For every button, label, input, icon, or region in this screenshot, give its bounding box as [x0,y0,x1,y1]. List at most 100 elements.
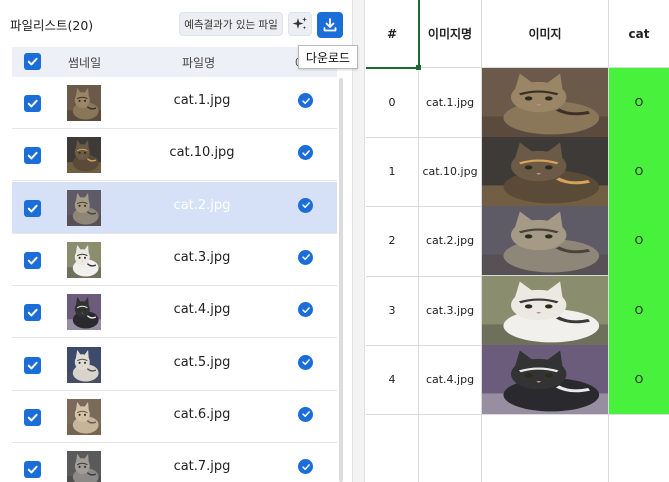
download-button[interactable] [317,12,343,38]
file-list-panel: 파일리스트(20) 예측결과가 있는 파일 다운로드 썸네일 파일명 예 cat… [0,0,358,482]
grid-cell-image[interactable] [482,137,609,208]
row-checkbox[interactable] [24,251,41,269]
thumbnail [67,85,101,121]
grid-cell-cat[interactable]: O [609,344,669,415]
thumbnail [67,398,101,435]
grid-cell-name[interactable]: cat.10.jpg [419,137,482,208]
grid-header-cat[interactable]: cat [609,0,669,68]
download-tooltip: 다운로드 [298,45,358,69]
file-list-scrollbar[interactable] [339,78,343,482]
sparkle-icon [292,17,307,30]
file-list-row[interactable]: cat.7.jpg [12,443,337,482]
prediction-status [298,249,313,265]
active-cell-top [418,0,420,69]
active-cell-bottom [366,67,420,69]
predicted-files-filter-button[interactable]: 예측결과가 있는 파일 [179,12,283,36]
row-checkbox[interactable] [24,147,41,165]
cat-photo [482,275,608,345]
grid-cell-index[interactable]: 3 [366,275,419,346]
grid-cell-index[interactable]: 4 [366,344,419,415]
thumbnail [67,346,101,383]
file-list-row[interactable]: cat.10.jpg [12,129,337,182]
grid-empty-cell[interactable] [609,414,669,482]
filename: cat.4.jpg [173,302,231,318]
row-checkbox[interactable] [24,356,41,374]
grid-cell-index[interactable]: 0 [366,68,419,139]
grid-cell-cat[interactable]: O [609,275,669,346]
select-all-checkbox[interactable] [24,53,41,70]
filename: cat.10.jpg [169,145,235,161]
grid-empty-cell[interactable] [366,414,419,482]
grid-cell-name[interactable]: cat.2.jpg [419,206,482,277]
grid-cell-name[interactable]: cat.3.jpg [419,275,482,346]
check-icon [27,309,38,317]
grid-cell-name[interactable]: cat.4.jpg [419,344,482,415]
cat-photo [67,85,101,121]
prediction-status [298,406,313,422]
check-icon [27,57,38,66]
row-checkbox[interactable] [24,199,41,217]
grid-header-index[interactable]: # [366,0,419,68]
check-icon [27,152,38,160]
active-cell-handle [416,65,421,70]
thumbnail [67,137,101,174]
file-list-row[interactable]: cat.2.jpg [12,181,337,234]
row-checkbox[interactable] [24,408,41,426]
thumbnail [67,451,101,482]
check-icon [27,465,38,474]
grid-header-image[interactable]: 이미지 [482,0,609,68]
file-list-row[interactable]: cat.3.jpg [12,233,337,286]
grid-cell-image[interactable] [482,206,609,277]
prediction-status [298,354,313,370]
cat-photo [482,137,608,207]
filename: cat.2.jpg [173,197,231,213]
thumbnail [67,189,101,226]
grid-empty-cell[interactable] [419,414,482,482]
filename: cat.1.jpg [173,93,231,108]
grid-cell-image[interactable] [482,68,609,139]
check-icon [27,256,38,265]
row-checkbox[interactable] [24,461,41,479]
grid-cell-image[interactable] [482,344,609,415]
file-list-row[interactable]: cat.1.jpg [12,77,337,129]
cat-photo [67,346,101,383]
file-list: cat.1.jpg cat.10.jpg cat.2.jpg cat.3.jpg cat… [12,77,337,482]
check-icon [27,99,38,108]
prediction-status [298,459,313,475]
grid-cell-name[interactable]: cat.1.jpg [419,68,482,139]
sparkle-button[interactable] [288,12,312,36]
grid-cell-index[interactable]: 1 [366,137,419,208]
cat-photo [67,137,101,174]
grid-cell-image[interactable] [482,275,609,346]
file-list-title: 파일리스트(20) [10,18,94,33]
result-grid: # 이미지명 이미지 cat 0 cat.1.jpg O 1 cat.10.jpg O 2 cat.2… [366,0,669,482]
cat-photo [482,206,608,276]
cat-photo [67,398,101,435]
panel-divider[interactable] [352,0,365,482]
check-circle-icon [301,411,310,418]
file-list-row[interactable]: cat.5.jpg [12,338,337,391]
prediction-status [298,145,313,161]
check-circle-icon [301,254,310,261]
file-list-row[interactable]: cat.6.jpg [12,390,337,443]
row-checkbox[interactable] [24,304,41,322]
grid-cell-cat[interactable]: O [609,206,669,277]
grid-cell-index[interactable]: 2 [366,206,419,277]
file-list-row[interactable]: cat.4.jpg [12,286,337,339]
check-icon [27,361,38,369]
check-circle-icon [301,149,310,156]
grid-header-name[interactable]: 이미지명 [419,0,482,68]
cat-photo [482,68,608,138]
row-checkbox[interactable] [24,95,41,112]
check-circle-icon [301,97,310,104]
cat-photo [67,294,101,331]
check-icon [27,413,38,422]
thumbnail [67,294,101,331]
grid-cell-cat[interactable]: O [609,137,669,208]
file-list-header: 썸네일 파일명 예 [12,47,337,77]
download-icon [323,18,337,32]
grid-cell-cat[interactable]: O [609,68,669,139]
grid-empty-cell[interactable] [482,414,609,482]
thumbnail [67,241,101,278]
prediction-status [298,197,313,213]
